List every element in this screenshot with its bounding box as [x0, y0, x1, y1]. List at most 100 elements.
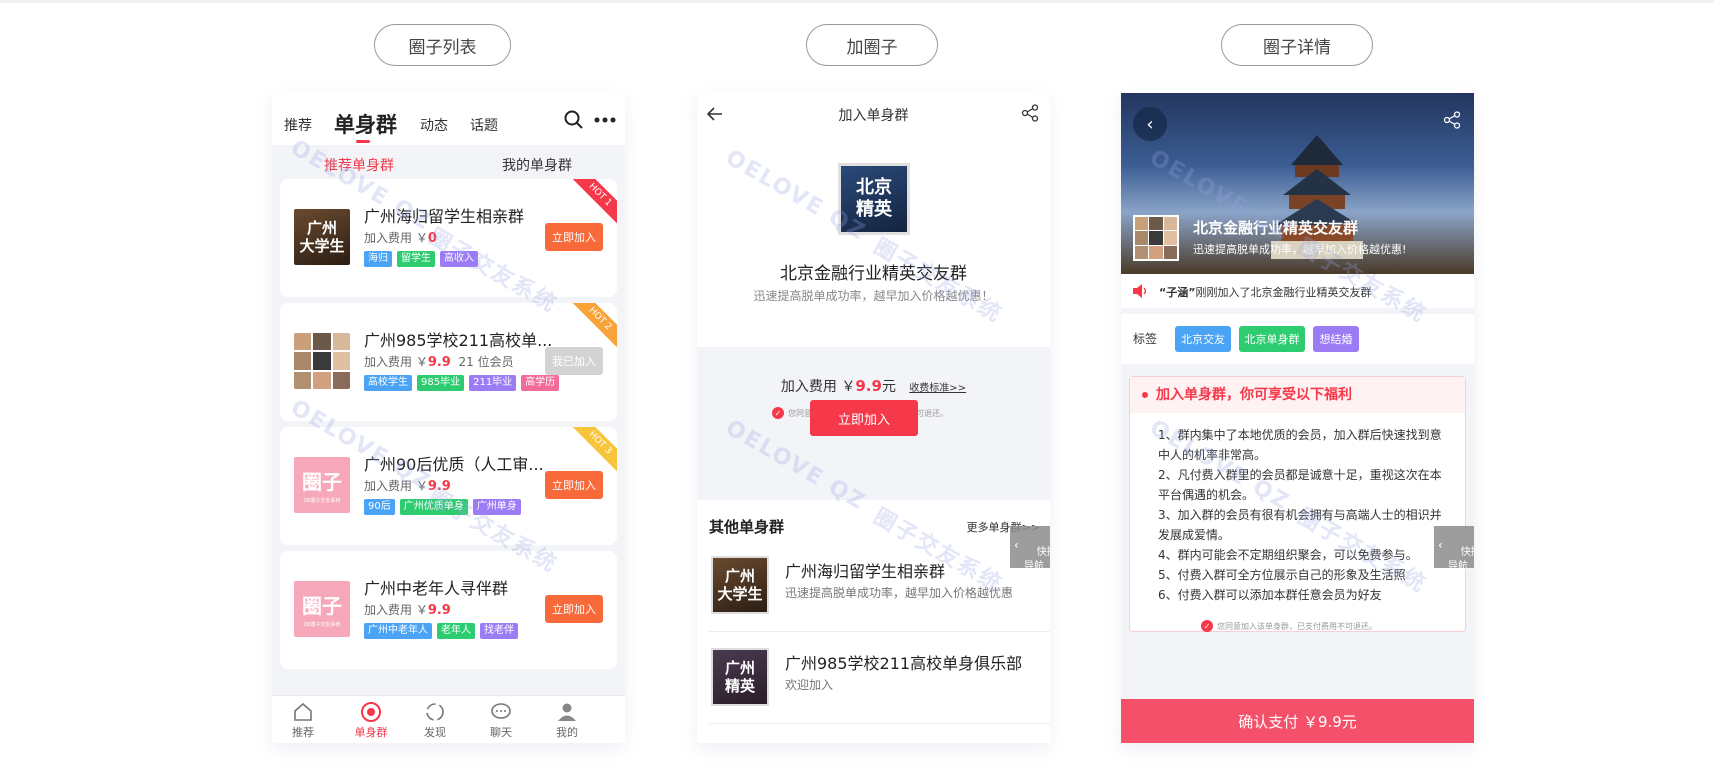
- group-name: 北京金融行业精英交友群: [780, 264, 967, 284]
- nav-discover[interactable]: 发现: [410, 700, 460, 740]
- group-logo: 北京 精英: [838, 163, 910, 235]
- tag: 广州单身: [472, 499, 521, 515]
- subtab-recommended-groups[interactable]: 推荐单身群: [324, 155, 394, 175]
- nav-singles-group[interactable]: 单身群: [346, 700, 396, 740]
- group-card[interactable]: HOT 3 圈子 OE圈子交友系统 广州90后优质（人工审... 加入费用 ￥9.…: [280, 427, 617, 545]
- hot-badge: HOT 1: [571, 179, 617, 224]
- chevron-left-icon: ‹: [1438, 538, 1443, 552]
- back-button[interactable]: ‹: [1133, 107, 1167, 141]
- tag-label: 标签: [1133, 332, 1158, 346]
- active-tab-indicator: [356, 140, 370, 143]
- group-card[interactable]: HOT 1 广州 大学生 广州海归留学生相亲群 加入费用 ￥0 海归 留学生 高…: [280, 179, 617, 297]
- quick-nav-button[interactable]: ‹快捷 导航: [1010, 526, 1050, 572]
- benefit-item: 1、群内集中了本地优质的会员，加入群后快速找到意中人的机率非常高。: [1158, 428, 1442, 462]
- group-subtitle: 迅速提高脱单成功率，越早加入价格越优惠!: [1193, 243, 1407, 256]
- group-thumbnail: 圈子 OE圈子交友系统: [294, 581, 350, 637]
- share-icon[interactable]: [1443, 111, 1461, 129]
- nav-recommend[interactable]: 推荐: [278, 700, 328, 740]
- heading-join-circle: 加圈子: [806, 24, 938, 66]
- hero-banner: ‹ 北京金融行业精英交友群 迅速提高脱单成功率，越早加入价格越优惠!: [1121, 93, 1474, 274]
- quick-nav-button[interactable]: ‹快捷 导航: [1434, 526, 1474, 572]
- check-icon: ✓: [772, 407, 784, 419]
- tag-list: 海归 留学生 高收入: [364, 251, 478, 267]
- section-title: 其他单身群: [709, 518, 785, 536]
- tag: 留学生: [397, 251, 435, 267]
- group-card[interactable]: HOT 2 广州985学校211高校单... 加入费用 ￥9.9 21 位会员 …: [280, 303, 617, 421]
- subtab-my-groups[interactable]: 我的单身群: [502, 155, 572, 175]
- join-fee: 加入费用 ￥9.9: [364, 603, 451, 618]
- target-icon: [361, 702, 381, 722]
- tag: 985毕业: [417, 375, 465, 391]
- list-item[interactable]: 广州 大学生 广州海归留学生相亲群 迅速提高脱单成功率，越早加入价格越优惠: [709, 540, 1050, 632]
- top-divider: [0, 0, 1714, 3]
- group-name: 广州985学校211高校单身俱乐部: [785, 654, 1023, 673]
- nav-me[interactable]: 我的: [542, 700, 592, 740]
- tag-list: 广州中老年人 老年人 找老伴: [364, 623, 518, 639]
- tab-singles-group[interactable]: 单身群: [334, 109, 397, 139]
- confirm-pay-button[interactable]: 确认支付 ￥9.9元: [1121, 699, 1474, 743]
- phone-circle-list: 推荐 单身群 动态 话题 推荐单身群 我的单身群 HOT 1 广州 大学生 广州…: [272, 93, 625, 743]
- page-title: 加入单身群: [838, 108, 909, 124]
- heading-circle-list: 圈子列表: [374, 24, 511, 66]
- tag-beijing-singles[interactable]: 北京单身群: [1239, 326, 1305, 352]
- join-fee: 加入费用 ￥9.9 21 位会员: [364, 355, 514, 370]
- benefit-list: 1、群内集中了本地优质的会员，加入群后快速找到意中人的机率非常高。 2、凡付费入…: [1158, 425, 1448, 605]
- chevron-left-icon: ‹: [1014, 538, 1019, 552]
- tag: 高收入: [440, 251, 478, 267]
- fee-value: 9.9: [855, 377, 882, 395]
- heading-circle-detail: 圈子详情: [1221, 24, 1373, 66]
- tag: 90后: [364, 499, 395, 515]
- benefit-item: 6、付费入群可以添加本群任意会员为好友: [1158, 588, 1382, 602]
- phone-join-circle: 加入单身群 北京 精英 北京金融行业精英交友群 迅速提高脱单成功率，越早加入价格…: [697, 93, 1050, 743]
- join-fee: 加入费用 ￥9.9: [364, 479, 451, 494]
- group-title: 广州985学校211高校单...: [364, 331, 553, 350]
- list-item[interactable]: 广州 精英 广州985学校211高校单身俱乐部 欢迎加入: [709, 632, 1050, 724]
- share-icon[interactable]: [1021, 104, 1039, 122]
- join-button[interactable]: 立即加入: [545, 595, 603, 623]
- tag: 211毕业: [469, 375, 517, 391]
- group-thumbnail: 广州 大学生: [711, 556, 769, 614]
- home-icon: [294, 702, 312, 721]
- chevron-left-icon: ‹: [1146, 113, 1154, 135]
- fee-value: 0: [427, 231, 437, 246]
- tag: 老年人: [437, 623, 475, 639]
- tab-topics[interactable]: 话题: [470, 115, 498, 135]
- group-title: 广州中老年人寻伴群: [364, 579, 509, 598]
- benefit-item: 4、群内可能会不定期组织聚会，可以免费参与。: [1158, 548, 1418, 562]
- notice-text: 刚刚加入了北京金融行业精英交友群: [1195, 286, 1372, 299]
- benefit-item: 3、加入群的会员有很有机会拥有与高端人士的相识并发展成爱情。: [1158, 508, 1442, 542]
- tag-beijing-dating[interactable]: 北京交友: [1175, 326, 1231, 352]
- tab-moments[interactable]: 动态: [420, 115, 448, 135]
- search-icon[interactable]: [564, 110, 584, 130]
- fee-value: 9.9: [427, 355, 451, 370]
- benefit-panel: 加入单身群，你可享受以下福利 1、群内集中了本地优质的会员，加入群后快速找到意中…: [1129, 376, 1466, 632]
- discover-icon: [426, 703, 444, 721]
- fee-standard-link[interactable]: 收费标准>>: [909, 383, 966, 394]
- group-thumbnail: 圈子 OE圈子交友系统: [294, 457, 350, 513]
- tab-recommend[interactable]: 推荐: [284, 115, 312, 135]
- agreement-note[interactable]: ✓您同意加入该单身群，已支付费用不可退还。: [1201, 620, 1377, 632]
- notice-name: “子涵”: [1159, 286, 1196, 299]
- chat-icon: [491, 703, 511, 719]
- tag: 广州中老年人: [364, 623, 432, 639]
- tag: 找老伴: [480, 623, 518, 639]
- speaker-icon: [1133, 284, 1147, 298]
- group-desc: 欢迎加入: [785, 678, 834, 692]
- join-button[interactable]: 立即加入: [545, 471, 603, 499]
- tag-want-marry[interactable]: 想结婚: [1313, 326, 1359, 352]
- nav-chat[interactable]: 聊天: [476, 700, 526, 740]
- more-icon[interactable]: [594, 117, 616, 123]
- join-fee: 加入费用 ￥0: [364, 231, 437, 246]
- join-button[interactable]: 立即加入: [545, 223, 603, 251]
- group-title: 广州海归留学生相亲群: [364, 207, 525, 226]
- group-name: 广州海归留学生相亲群: [785, 562, 946, 581]
- tag: 高校学生: [364, 375, 412, 391]
- join-now-button[interactable]: 立即加入: [810, 400, 918, 436]
- joined-button[interactable]: 我已加入: [545, 347, 603, 375]
- fee-value: 9.9: [427, 603, 451, 618]
- group-thumbnail: 广州 大学生: [294, 209, 350, 265]
- group-intro: 北京 精英 北京金融行业精英交友群 迅速提高脱单成功率，越早加入价格越优惠！: [697, 135, 1050, 347]
- tag: 海归: [364, 251, 392, 267]
- tag-section: 标签 北京交友 北京单身群 想结婚: [1121, 314, 1474, 364]
- group-card[interactable]: 圈子 OE圈子交友系统 广州中老年人寻伴群 加入费用 ￥9.9 广州中老年人 老年…: [280, 551, 617, 669]
